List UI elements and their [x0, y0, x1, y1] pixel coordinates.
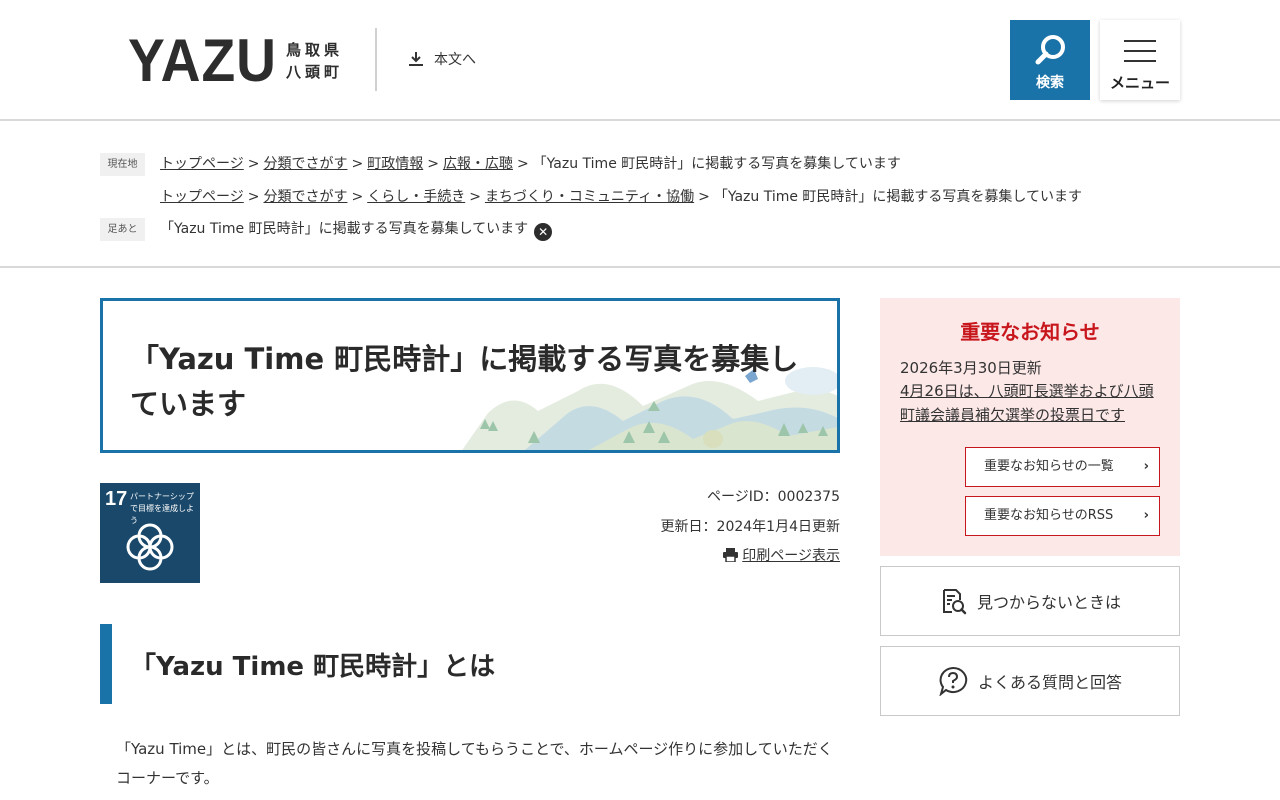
notice-rss-label: 重要なお知らせのRSS	[984, 508, 1114, 523]
page-id: ページID：0002375	[707, 489, 840, 505]
document-search-icon	[942, 589, 967, 615]
not-found-label: 見つからないときは	[976, 593, 1121, 612]
notice-link[interactable]: 4月26日は、八頭町長選挙および八頭町議会議員補欠選挙の投票日です	[900, 379, 1165, 427]
breadcrumb-link[interactable]: トップページ	[160, 189, 244, 205]
breadcrumb-trail-2: トップページ > 分類でさがす > くらし・手続き > まちづくり・コミュニティ・協働 > 「Y…	[160, 186, 1082, 206]
logo-subtitle: 鳥取県 八頭町	[286, 39, 350, 83]
breadcrumb-separator: >	[698, 189, 710, 205]
logo-wordmark: YAZU	[128, 27, 277, 94]
breadcrumb-current: 「Yazu Time 町民時計」に掲載する写真を募集しています	[713, 189, 1083, 205]
sdg-17-badge: 17 パートナーシップで目標を達成しよう	[100, 483, 200, 583]
logo-prefecture: 鳥取県	[286, 41, 344, 59]
breadcrumb-link[interactable]: 分類でさがす	[263, 189, 347, 205]
sdg-partnership-icon	[126, 523, 174, 571]
breadcrumb-separator: >	[469, 189, 481, 205]
close-icon[interactable]: ✕	[534, 223, 553, 241]
section-heading-text: 「Yazu Time 町民時計」とは	[130, 652, 496, 682]
heading-accent-bar	[100, 624, 112, 704]
updated-date: 更新日：2024年1月4日更新	[660, 519, 840, 535]
print-page-link-wrap: 印刷ページ表示	[723, 545, 840, 565]
page-title: 「Yazu Time 町民時計」に掲載する写真を募集しています	[130, 342, 799, 421]
notice-rss-button[interactable]: 重要なお知らせのRSS ›	[965, 496, 1160, 536]
body-paragraph: 「Yazu Time」とは、町民の皆さんに写真を投稿してもらうことで、ホームペー…	[116, 740, 833, 787]
skip-to-content-link[interactable]: 本文へ	[408, 49, 476, 69]
skip-link-label: 本文へ	[434, 52, 476, 68]
search-icon	[1035, 35, 1065, 65]
notice-heading: 重要なお知らせ	[960, 320, 1100, 344]
breadcrumb-separator: >	[247, 156, 260, 172]
notice-date: 2026年3月30日更新	[900, 359, 1042, 377]
page-title-box: 「Yazu Time 町民時計」に掲載する写真を募集しています	[100, 298, 840, 453]
notice-list-label: 重要なお知らせの一覧	[984, 459, 1114, 474]
search-button[interactable]: 検索	[1010, 20, 1090, 100]
section-heading: 「Yazu Time 町民時計」とは	[100, 624, 840, 704]
search-button-label: 検索	[1036, 75, 1064, 91]
breadcrumb-current: 「Yazu Time 町民時計」に掲載する写真を募集しています	[532, 156, 901, 172]
chevron-right-icon: ›	[1143, 508, 1149, 523]
breadcrumb-separator: >	[516, 156, 529, 172]
breadcrumb-link[interactable]: トップページ	[160, 156, 244, 172]
download-icon	[409, 52, 423, 66]
site-header: YAZU 鳥取県 八頭町 本文へ 検索 メニュー	[0, 0, 1280, 121]
footprint-trail: 「Yazu Time 町民時計」に掲載する写真を募集しています ✕	[160, 218, 553, 241]
breadcrumb-area: 現在地 トップページ > 分類でさがす > 町政情報 > 広報・広聴 > 「Yazu Time …	[0, 123, 1280, 268]
chevron-right-icon: ›	[1143, 459, 1149, 474]
breadcrumb-separator: >	[247, 189, 260, 205]
breadcrumb-separator: >	[351, 189, 364, 205]
breadcrumb-link[interactable]: 広報・広聴	[443, 156, 513, 172]
question-bubble-icon	[939, 666, 968, 696]
menu-button-label: メニュー	[1109, 74, 1170, 92]
important-notice-panel: 重要なお知らせ 2026年3月30日更新 4月26日は、八頭町長選挙および八頭町…	[880, 298, 1180, 556]
footprint-item[interactable]: 「Yazu Time 町民時計」に掲載する写真を募集しています	[160, 221, 528, 237]
menu-button[interactable]: メニュー	[1100, 20, 1180, 100]
site-logo[interactable]: YAZU 鳥取県 八頭町	[128, 27, 350, 94]
breadcrumb-trail-1: トップページ > 分類でさがす > 町政情報 > 広報・広聴 > 「Yazu Time 町民時計…	[160, 153, 901, 173]
footprint-tag: 足あと	[100, 218, 145, 241]
logo-town: 八頭町	[286, 63, 344, 81]
breadcrumb-link[interactable]: くらし・手続き	[367, 189, 465, 205]
header-divider	[375, 28, 377, 91]
print-page-link[interactable]: 印刷ページ表示	[742, 548, 840, 564]
breadcrumb-link[interactable]: 分類でさがす	[263, 156, 347, 172]
breadcrumb-link[interactable]: 町政情報	[367, 156, 423, 172]
printer-icon	[723, 548, 739, 563]
hamburger-icon	[1124, 40, 1156, 70]
not-found-button[interactable]: 見つからないときは	[880, 566, 1180, 636]
current-location-tag: 現在地	[100, 153, 145, 176]
breadcrumb-separator: >	[351, 156, 364, 172]
faq-label: よくある質問と回答	[977, 673, 1122, 692]
breadcrumb-separator: >	[427, 156, 439, 172]
breadcrumb-link[interactable]: まちづくり・コミュニティ・協働	[485, 189, 694, 205]
sdg-number: 17	[105, 488, 128, 510]
notice-list-button[interactable]: 重要なお知らせの一覧 ›	[965, 447, 1160, 487]
faq-button[interactable]: よくある質問と回答	[880, 646, 1180, 716]
